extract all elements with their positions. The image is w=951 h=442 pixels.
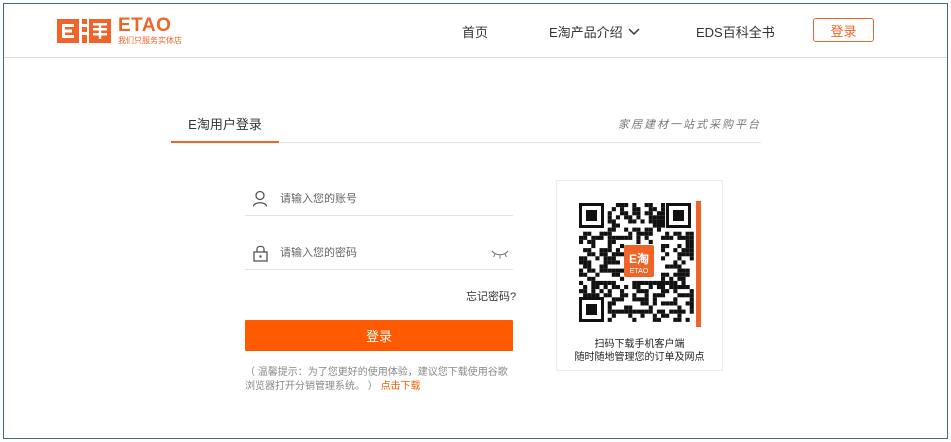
account-field — [245, 182, 513, 216]
nav-home-label: 首页 — [462, 24, 489, 40]
nav-products-label: E淘产品介绍 — [549, 24, 623, 40]
qr-code-image: E淘 ETAO — [577, 201, 701, 327]
tab-user-login[interactable]: E淘用户登录 — [171, 105, 279, 143]
browser-notice-text: （ 温馨提示：为了您更好的使用体验，建议您下载使用谷歌浏览器打开分销管理系统。 … — [245, 367, 508, 392]
forgot-password-link[interactable]: 忘记密码? — [466, 288, 516, 304]
chevron-down-icon — [628, 24, 640, 39]
brand-slogan: 我们只服务实体店 — [118, 36, 182, 45]
account-input[interactable] — [280, 192, 480, 205]
brand-logo-icon — [56, 16, 112, 46]
password-field — [245, 236, 513, 270]
download-link[interactable]: 点击下载 — [381, 381, 421, 392]
qr-center-mark: E淘 — [629, 251, 649, 266]
brand-logo[interactable]: ETAO 我们只服务实体店 — [56, 15, 182, 47]
top-header: ETAO 我们只服务实体店 首页 E淘产品介绍 EDS百科全书 登录 — [4, 4, 947, 58]
user-icon — [250, 189, 270, 209]
header-login-button[interactable]: 登录 — [813, 18, 874, 42]
nav-eds-label: EDS百科全书 — [696, 24, 775, 40]
qr-download-panel: E淘 ETAO 扫码下载手机客户端 随时随地管理您的订单及网点 — [556, 180, 723, 371]
app-frame: ETAO 我们只服务实体店 首页 E淘产品介绍 EDS百科全书 登录 E淘用户登… — [3, 3, 948, 439]
brand-logo-text: ETAO 我们只服务实体店 — [118, 16, 182, 46]
browser-notice: （ 温馨提示：为了您更好的使用体验，建议您下载使用谷歌浏览器打开分销管理系统。 … — [245, 366, 517, 394]
password-input[interactable] — [280, 246, 480, 259]
brand-title: ETAO — [118, 15, 172, 36]
lock-icon — [250, 243, 270, 263]
qr-caption: 扫码下载手机客户端 随时随地管理您的订单及网点 — [557, 338, 722, 364]
login-submit-button[interactable]: 登录 — [245, 320, 513, 351]
platform-tagline: 家居建材一站式采购平台 — [618, 118, 761, 131]
nav-eds-link[interactable]: EDS百科全书 — [696, 4, 775, 58]
nav-products-menu[interactable]: E淘产品介绍 — [549, 4, 640, 58]
login-tab-bar: E淘用户登录 家居建材一站式采购平台 — [171, 105, 761, 143]
qr-caption-line1: 扫码下载手机客户端 — [594, 339, 685, 350]
eye-closed-icon[interactable] — [491, 246, 509, 264]
qr-caption-line2: 随时随地管理您的订单及网点 — [574, 352, 705, 363]
nav-home-link[interactable]: 首页 — [462, 4, 488, 58]
qr-center-text: ETAO — [630, 268, 649, 275]
